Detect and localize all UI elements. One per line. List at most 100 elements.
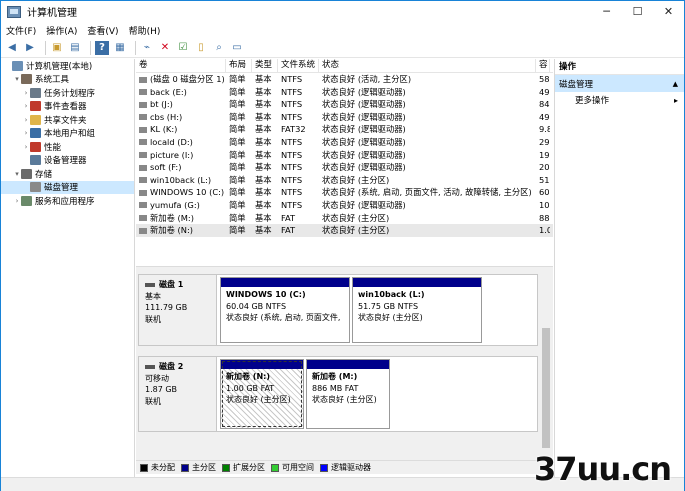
volume-cell-text: 简单 — [229, 136, 246, 147]
volume-cell-cap: 58 — [536, 73, 550, 86]
delete-icon[interactable]: ✕ — [158, 41, 172, 55]
primary-partition-bar — [353, 278, 481, 287]
disk-icon — [145, 282, 155, 287]
legend-label: 逻辑驱动器 — [331, 463, 371, 472]
tree-node-icon — [30, 182, 41, 193]
volume-row[interactable]: 新加卷 (M:) 简单 基本 FAT 状态良好 (主分区) 88 — [136, 212, 553, 225]
view-icon[interactable]: ▭ — [230, 41, 244, 55]
help-icon[interactable]: ? — [95, 40, 109, 55]
back-icon[interactable]: ◀ — [5, 41, 19, 55]
volume-row[interactable]: yumufa (G:) 简单 基本 NTFS 状态良好 (逻辑驱动器) 10 — [136, 199, 553, 212]
volume-row[interactable]: soft (F:) 简单 基本 NTFS 状态良好 (逻辑驱动器) 20 — [136, 161, 553, 174]
minimize-button[interactable]: ─ — [591, 1, 622, 22]
legend-swatch — [271, 463, 279, 472]
new-document-icon[interactable]: ▯ — [194, 41, 208, 55]
volume-row[interactable]: (磁盘 0 磁盘分区 1) 简单 基本 NTFS 状态良好 (活动, 主分区) 58 — [136, 73, 553, 86]
tree-node[interactable]: 计算机管理(本地) — [1, 59, 134, 73]
collapse-up-icon[interactable]: ▲ — [673, 80, 678, 88]
volume-row[interactable]: KL (K:) 简单 基本 FAT32 状态良好 (逻辑驱动器) 9.8 — [136, 123, 553, 136]
volume-cell-vol: (磁盘 0 磁盘分区 1) — [136, 73, 226, 86]
check-icon[interactable]: ☑ — [176, 41, 190, 55]
volume-cell-text: 状态良好 (活动, 主分区) — [322, 74, 412, 84]
column-volume[interactable]: 卷 — [136, 59, 226, 72]
expand-arrow-icon[interactable]: ▾ — [13, 75, 21, 83]
volume-row[interactable]: 新加卷 (N:) 简单 基本 FAT 状态良好 (主分区) 1.0 — [136, 224, 553, 237]
legend-item: 逻辑驱动器 — [320, 462, 371, 473]
up-folder-icon[interactable]: ▣ — [50, 41, 64, 55]
disk-label[interactable]: 磁盘 2 可移动 1.87 GB 联机 — [139, 357, 217, 431]
disk-row: 磁盘 1 基本 111.79 GB 联机 WINDOWS 10 (C:) 60.04 GB… — [138, 274, 538, 346]
volume-row[interactable]: WINDOWS 10 (C:) 简单 基本 NTFS 状态良好 (系统, 启动, 页面文… — [136, 186, 553, 199]
expand-arrow-icon[interactable]: › — [13, 197, 21, 205]
partition-block[interactable]: win10back (L:) 51.75 GB NTFS 状态良好 (主分区) — [352, 277, 482, 343]
disk-label[interactable]: 磁盘 1 基本 111.79 GB 联机 — [139, 275, 217, 345]
graph-scrollbar[interactable] — [539, 270, 553, 460]
expand-arrow-icon[interactable]: › — [22, 89, 30, 97]
column-layout[interactable]: 布局 — [226, 59, 252, 72]
tree-node-icon — [30, 101, 41, 112]
volume-row[interactable]: bt (J:) 简单 基本 NTFS 状态良好 (逻辑驱动器) 84 — [136, 98, 553, 111]
menu-file[interactable]: 文件(F) — [6, 24, 36, 37]
volume-row[interactable]: locald (D:) 简单 基本 NTFS 状态良好 (逻辑驱动器) 29 — [136, 136, 553, 149]
volume-cell-text: 简单 — [229, 174, 246, 185]
expand-arrow-icon[interactable]: › — [22, 129, 30, 137]
column-status[interactable]: 状态 — [319, 59, 536, 72]
show-tree-icon[interactable]: ▤ — [68, 41, 82, 55]
tree-node[interactable]: › 性能 — [1, 140, 134, 154]
volume-cell-cap: 84 — [536, 98, 550, 111]
volume-cell-text: 简单 — [229, 162, 246, 173]
column-capacity[interactable]: 容 — [536, 59, 550, 72]
menu-action[interactable]: 操作(A) — [46, 24, 77, 37]
legend-item: 可用空间 — [271, 462, 314, 473]
expand-arrow-icon[interactable]: ▾ — [13, 170, 21, 178]
search-icon[interactable]: ⌕ — [212, 41, 226, 55]
tree-node[interactable]: 设备管理器 — [1, 154, 134, 168]
volume-cell-fs: NTFS — [278, 136, 319, 149]
partition-block[interactable]: 新加卷 (N:) 1.00 GB FAT 状态良好 (主分区) — [220, 359, 304, 429]
scrollbar-thumb[interactable] — [542, 328, 550, 448]
connect-icon[interactable]: ⌁ — [140, 41, 154, 55]
volume-cell-text: 状态良好 (主分区) — [322, 212, 390, 223]
volume-row[interactable]: cbs (H:) 简单 基本 NTFS 状态良好 (逻辑驱动器) 49 — [136, 111, 553, 124]
tree-node[interactable]: › 任务计划程序 — [1, 86, 134, 100]
tree-node[interactable]: › 共享文件夹 — [1, 113, 134, 127]
expand-arrow-icon[interactable]: › — [22, 143, 30, 151]
volume-cell-text: NTFS — [281, 187, 303, 198]
volume-cell-text: NTFS — [281, 111, 303, 122]
expand-arrow-icon[interactable]: › — [22, 116, 30, 124]
menu-view[interactable]: 查看(V) — [87, 24, 118, 37]
volume-cell-text: FAT32 — [281, 124, 306, 135]
tree-node[interactable]: ▾ 存储 — [1, 167, 134, 181]
properties-icon[interactable]: ▦ — [113, 41, 127, 55]
menu-bar: 文件(F) 操作(A) 查看(V) 帮助(H) — [1, 22, 684, 38]
volume-cell-text: FAT — [281, 225, 296, 236]
partition-block[interactable]: 新加卷 (M:) 886 MB FAT 状态良好 (主分区) — [306, 359, 390, 429]
legend-item: 主分区 — [181, 462, 216, 473]
volume-row[interactable]: picture (I:) 简单 基本 NTFS 状态良好 (逻辑驱动器) 19 — [136, 149, 553, 162]
maximize-button[interactable]: ☐ — [622, 1, 653, 22]
expand-arrow-icon[interactable]: › — [22, 102, 30, 110]
volume-table: (磁盘 0 磁盘分区 1) 简单 基本 NTFS 状态良好 (活动, 主分区) 58 bac… — [136, 73, 553, 237]
tree-node[interactable]: ▾ 系统工具 — [1, 73, 134, 87]
volume-cell-text: bt (J:) — [150, 99, 173, 110]
partition-block[interactable]: WINDOWS 10 (C:) 60.04 GB NTFS 状态良好 (系统, 启动… — [220, 277, 350, 343]
tree-node[interactable]: › 本地用户和组 — [1, 127, 134, 141]
actions-section-disk-management[interactable]: 磁盘管理 ▲ — [555, 75, 684, 92]
volume-cell-text: 基本 — [255, 149, 272, 160]
tree-node[interactable]: › 事件查看器 — [1, 100, 134, 114]
volume-row[interactable]: back (E:) 简单 基本 NTFS 状态良好 (逻辑驱动器) 49 — [136, 86, 553, 99]
tree-node[interactable]: 磁盘管理 — [1, 180, 134, 194]
close-button[interactable]: ✕ — [653, 1, 684, 22]
tree-node-icon — [21, 195, 32, 206]
title-bar[interactable]: 计算机管理 ─ ☐ ✕ — [1, 1, 684, 22]
volume-cell-status: 状态良好 (逻辑驱动器) — [319, 136, 536, 149]
forward-icon[interactable]: ▶ — [23, 41, 37, 55]
volume-cell-vol: locald (D:) — [136, 136, 226, 149]
volume-row[interactable]: win10back (L:) 简单 基本 NTFS 状态良好 (主分区) 51 — [136, 174, 553, 187]
column-type[interactable]: 类型 — [252, 59, 278, 72]
tree-node[interactable]: › 服务和应用程序 — [1, 194, 134, 208]
menu-help[interactable]: 帮助(H) — [129, 24, 161, 37]
volume-cell-layout: 简单 — [226, 111, 252, 124]
more-actions-item[interactable]: 更多操作 ▸ — [555, 92, 684, 108]
column-filesystem[interactable]: 文件系统 — [278, 59, 319, 72]
